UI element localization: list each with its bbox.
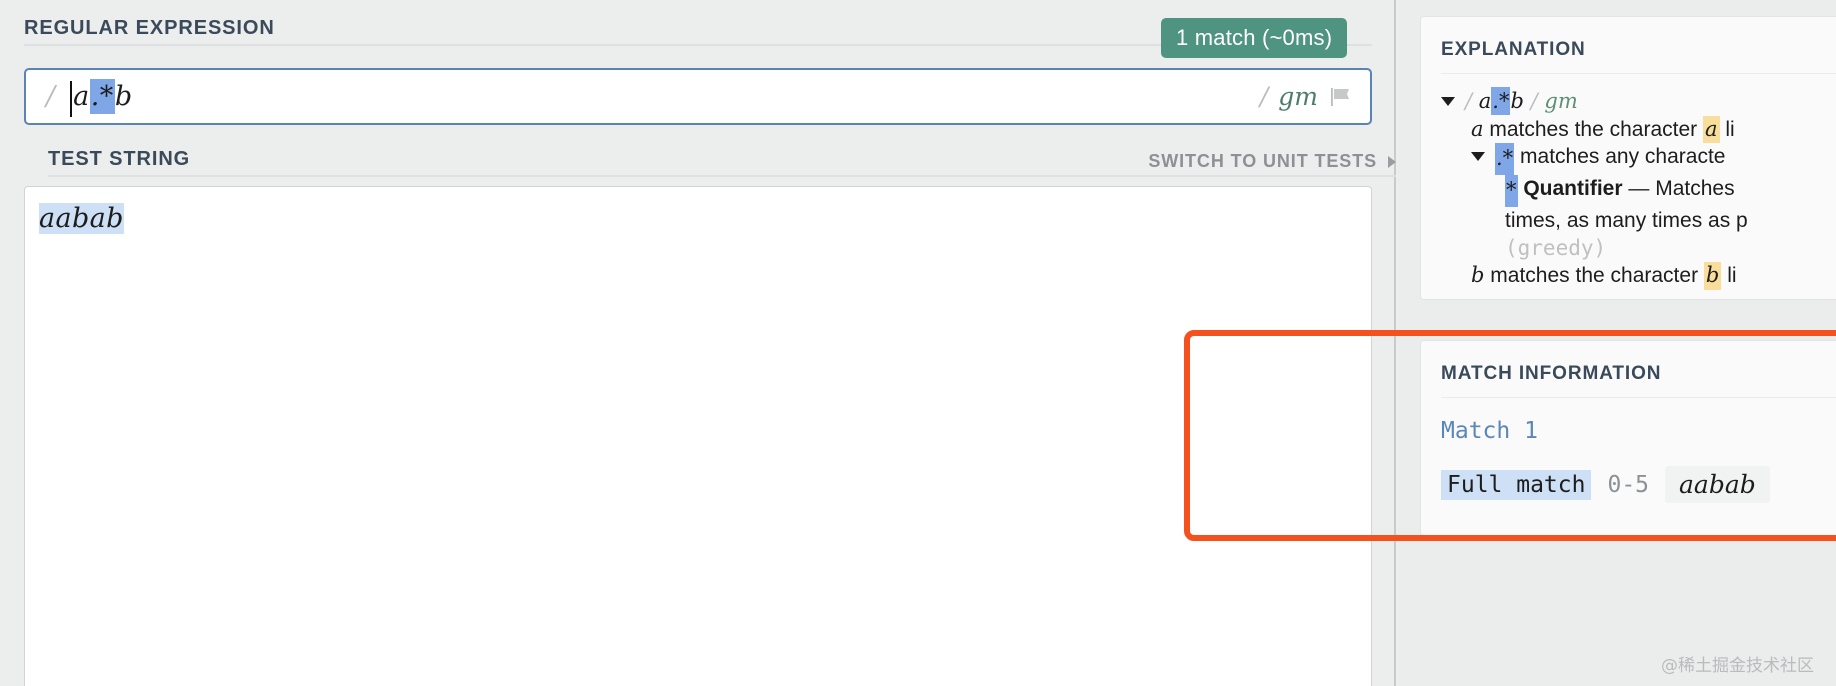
match-information-card: MATCH INFORMATION Match 1 Full match 0-5… xyxy=(1420,340,1836,536)
exp-prefix: a xyxy=(1478,89,1492,113)
explanation-pattern-row[interactable]: / a.*b / gm xyxy=(1441,87,1836,116)
test-string-match-highlight: aabab xyxy=(39,203,124,234)
exp-dotstar-token: .* xyxy=(1495,143,1515,176)
exp-line-b-text: matches the character xyxy=(1490,264,1699,288)
exp-greedy-label: (greedy) xyxy=(1505,235,1607,260)
explanation-body: / a.*b / gm a matches the character a li… xyxy=(1441,74,1836,291)
match-information-title: MATCH INFORMATION xyxy=(1441,341,1836,398)
exp-flags: gm xyxy=(1544,89,1578,113)
regex-token-suffix: b xyxy=(114,81,133,112)
explanation-card: EXPLANATION / a.*b / gm a matches the ch… xyxy=(1420,16,1836,300)
regex-token-prefix: a xyxy=(73,81,90,112)
explanation-line-b: b matches the character b li xyxy=(1441,262,1836,291)
exp-open-delim: / xyxy=(1465,89,1473,113)
watermark: @稀土掘金技术社区 xyxy=(1661,656,1814,676)
match-index-label: Match 1 xyxy=(1441,418,1538,444)
test-string-header-row: TEST STRING SWITCH TO UNIT TESTS xyxy=(48,131,1396,177)
exp-quantifier-dash: — xyxy=(1628,177,1650,201)
full-match-range: 0-5 xyxy=(1607,471,1650,498)
regex-flags-value: gm xyxy=(1278,82,1318,111)
explanation-greedy: (greedy) xyxy=(1441,235,1836,263)
regex-close-delimiter: / xyxy=(1259,82,1269,111)
explanation-line-dotstar[interactable]: .* matches any characte xyxy=(1441,143,1836,176)
exp-dotstar-text: matches any characte xyxy=(1520,145,1726,169)
exp-quantifier-token: * xyxy=(1505,175,1518,207)
exp-line-a-token: a xyxy=(1471,116,1484,141)
exp-quantifier-text: Matches xyxy=(1655,177,1735,201)
full-match-row: Full match 0-5 aabab xyxy=(1441,444,1836,503)
full-match-label: Full match xyxy=(1441,469,1592,500)
exp-line-b-literal: b xyxy=(1703,262,1722,291)
left-editor-pane: REGULAR EXPRESSION TEST STRING SWITCH TO… xyxy=(0,0,1396,686)
caret-down-icon[interactable] xyxy=(1441,97,1455,106)
caret-down-icon[interactable] xyxy=(1471,152,1485,162)
exp-line-b-token: b xyxy=(1471,263,1485,288)
match-count-badge: 1 match (~0ms) xyxy=(1161,18,1348,58)
caret-right-icon xyxy=(1388,155,1396,168)
exp-suffix: b xyxy=(1510,89,1524,113)
regex-token-highlighted: .* xyxy=(89,79,115,114)
exp-quantifier-line2: times, as many times as p xyxy=(1505,208,1748,232)
regex-pattern-value: a .* b xyxy=(70,79,1260,117)
text-caret xyxy=(70,81,73,117)
explanation-quantifier: * Quantifier — Matches xyxy=(1441,175,1836,207)
explanation-quantifier-line2: times, as many times as p xyxy=(1441,207,1836,235)
flag-icon[interactable] xyxy=(1328,84,1354,110)
exp-line-a-literal: a xyxy=(1702,115,1720,144)
regex-flags-area[interactable]: / gm xyxy=(1260,82,1354,111)
exp-close-delim: / xyxy=(1530,89,1538,113)
regex-tester-app: REGULAR EXPRESSION TEST STRING SWITCH TO… xyxy=(0,0,1836,686)
test-string-textarea[interactable]: aabab xyxy=(24,186,1372,686)
exp-line-a-text: matches the character xyxy=(1489,117,1698,141)
test-string-section-header: TEST STRING SWITCH TO UNIT TESTS xyxy=(48,131,1396,177)
test-string-title: TEST STRING xyxy=(48,148,191,170)
exp-line-a-tail: li xyxy=(1725,117,1735,141)
exp-quantifier-label: Quantifier xyxy=(1523,177,1623,201)
exp-highlighted: .* xyxy=(1491,87,1511,115)
explanation-title: EXPLANATION xyxy=(1441,17,1836,74)
switch-to-unit-tests-label: SWITCH TO UNIT TESTS xyxy=(1148,151,1377,171)
switch-to-unit-tests-link[interactable]: SWITCH TO UNIT TESTS xyxy=(1148,131,1396,172)
regex-input[interactable]: / a .* b / gm xyxy=(24,68,1372,125)
page-title: REGULAR EXPRESSION xyxy=(24,17,275,39)
full-match-value: aabab xyxy=(1665,466,1770,503)
regex-open-delimiter: / xyxy=(46,81,56,112)
explanation-line-a: a matches the character a li xyxy=(1441,115,1836,144)
right-info-pane: EXPLANATION / a.*b / gm a matches the ch… xyxy=(1398,0,1836,686)
exp-line-b-tail: li xyxy=(1727,264,1737,288)
